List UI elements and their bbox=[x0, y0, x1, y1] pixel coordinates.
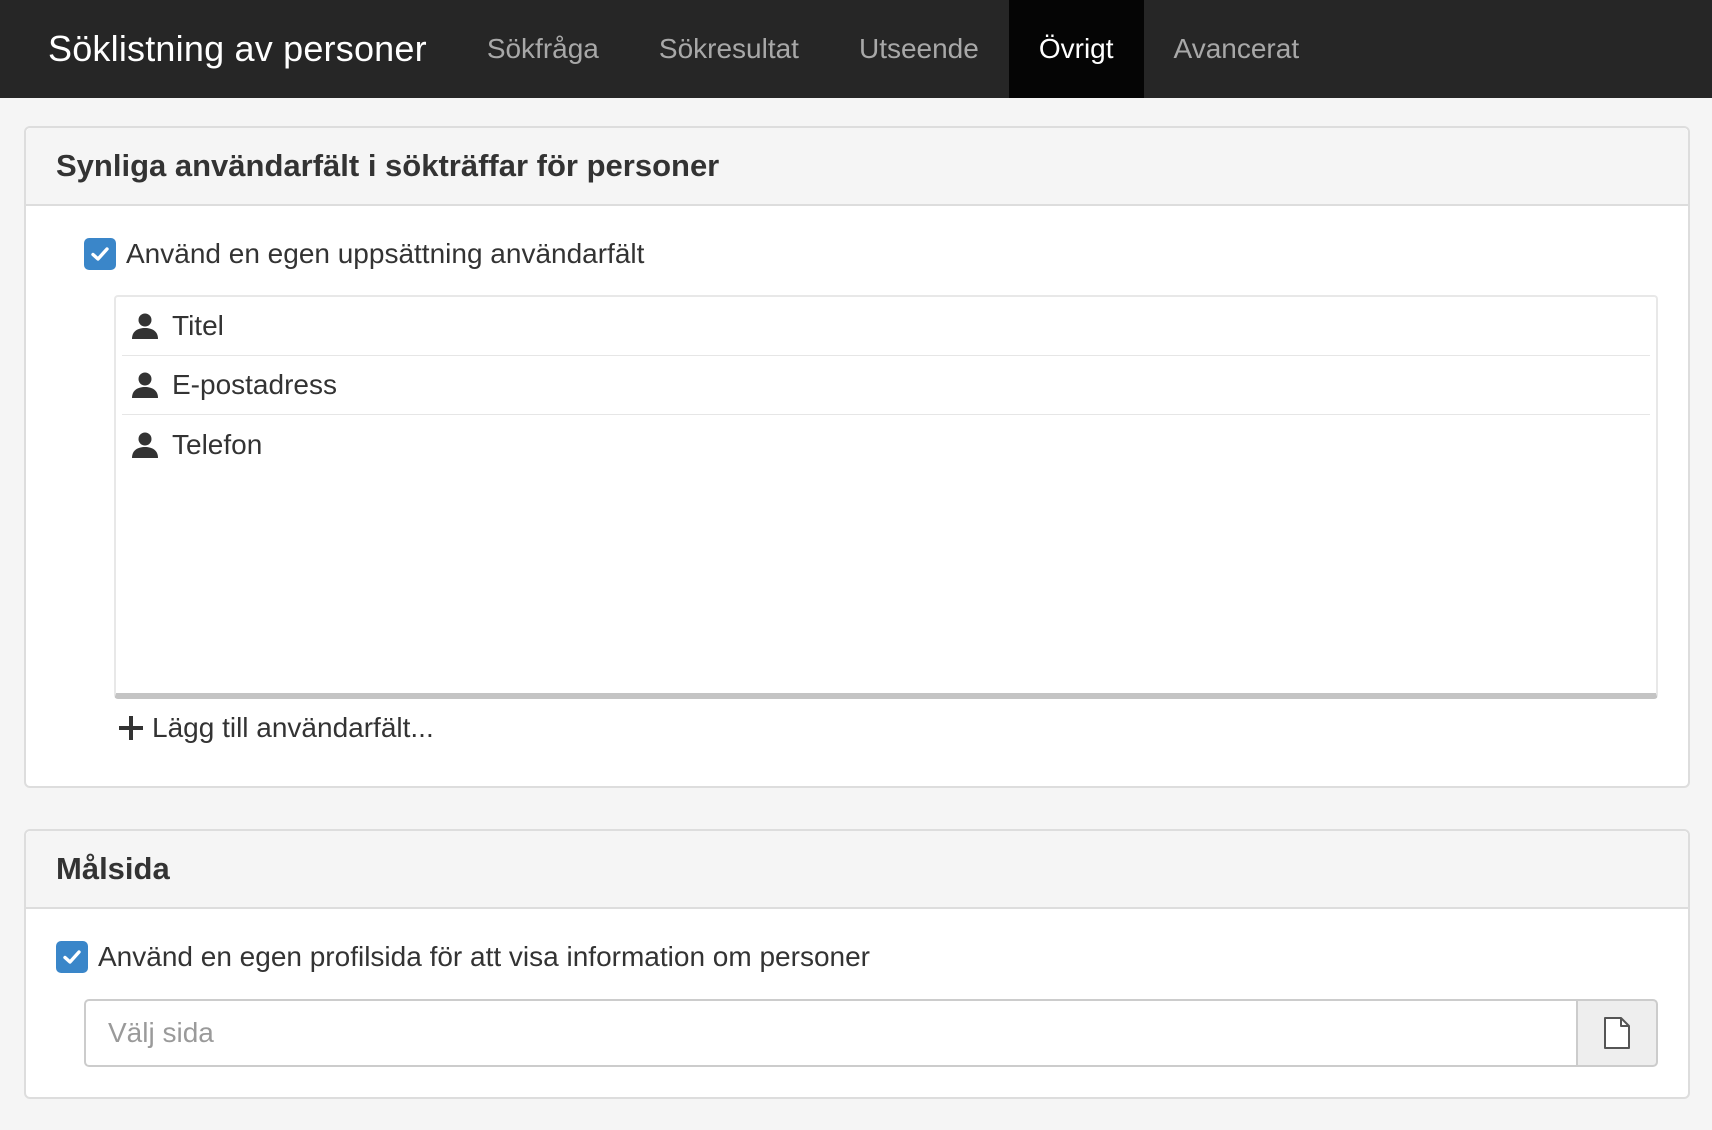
checkmark-icon bbox=[63, 950, 81, 964]
page-select-input[interactable] bbox=[84, 999, 1576, 1067]
page-title: Söklistning av personer bbox=[48, 28, 427, 69]
add-user-field-label: Lägg till användarfält... bbox=[152, 712, 434, 743]
target-page-heading: Målsida bbox=[26, 831, 1688, 909]
visible-fields-panel: Synliga användarfält i sökträffar för pe… bbox=[24, 126, 1690, 788]
tab-avancerat[interactable]: Avancerat bbox=[1144, 0, 1330, 98]
field-label: Titel bbox=[172, 310, 224, 341]
custom-fields-checkbox-label: Använd en egen uppsättning användarfält bbox=[126, 238, 645, 269]
user-icon bbox=[132, 372, 158, 398]
top-navbar: Söklistning av personer Sökfråga Sökresu… bbox=[0, 0, 1712, 98]
tab-utseende[interactable]: Utseende bbox=[829, 0, 1009, 98]
plus-icon bbox=[119, 716, 143, 740]
list-item[interactable]: Titel bbox=[122, 297, 1650, 356]
list-item[interactable]: Telefon bbox=[122, 415, 1650, 474]
document-icon bbox=[1604, 1017, 1630, 1049]
profile-page-option: Använd en egen profilsida för att visa i… bbox=[56, 941, 870, 973]
tab-bar: Sökfråga Sökresultat Utseende Övrigt Ava… bbox=[457, 0, 1329, 98]
user-icon bbox=[132, 432, 158, 458]
add-user-field-link[interactable]: Lägg till användarfält... bbox=[118, 712, 434, 744]
page-select-group bbox=[84, 999, 1658, 1067]
user-icon bbox=[132, 313, 158, 339]
page-picker-button[interactable] bbox=[1576, 999, 1658, 1067]
field-label: E-postadress bbox=[172, 369, 337, 400]
field-label: Telefon bbox=[172, 428, 263, 460]
target-page-panel: Målsida Använd en egen profilsida för at… bbox=[24, 829, 1690, 1099]
profile-page-checkbox[interactable] bbox=[56, 941, 88, 973]
user-field-list: Titel E-postadress Telefon bbox=[114, 295, 1658, 699]
tab-ovrigt[interactable]: Övrigt bbox=[1008, 0, 1144, 98]
profile-page-checkbox-label: Använd en egen profilsida för att visa i… bbox=[98, 941, 870, 972]
tab-sokfraga[interactable]: Sökfråga bbox=[457, 0, 629, 98]
list-item[interactable]: E-postadress bbox=[122, 356, 1650, 415]
visible-fields-heading: Synliga användarfält i sökträffar för pe… bbox=[26, 128, 1688, 206]
custom-fields-option: Använd en egen uppsättning användarfält bbox=[84, 238, 644, 270]
tab-sokresultat[interactable]: Sökresultat bbox=[629, 0, 829, 98]
custom-fields-checkbox[interactable] bbox=[84, 238, 116, 270]
checkmark-icon bbox=[91, 247, 109, 261]
